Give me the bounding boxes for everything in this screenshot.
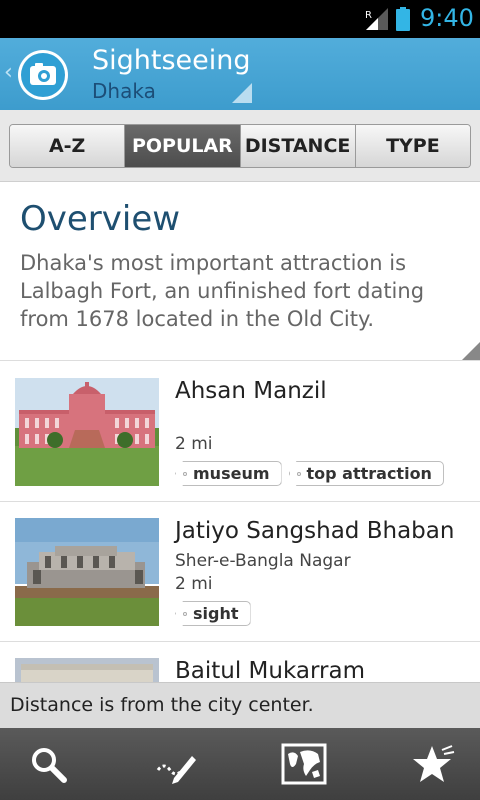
place-name: Ahsan Manzil [175, 378, 327, 404]
tab-popular[interactable]: POPULAR [125, 125, 241, 167]
favorites-button[interactable] [408, 740, 456, 788]
place-thumbnail [15, 378, 159, 486]
sort-tabs-bar: A-Z POPULAR DISTANCE TYPE [0, 110, 480, 182]
favorites-icon [413, 745, 455, 782]
tag-top-attraction[interactable]: top attraction [288, 461, 444, 486]
status-bar: R 9:40 [0, 0, 480, 38]
roaming-indicator: R [365, 10, 372, 21]
place-name: Baitul Mukarram [175, 658, 365, 684]
tag-label: top attraction [306, 464, 432, 483]
place-area: Sher-e-Bangla Nagar [175, 551, 351, 571]
tab-distance[interactable]: DISTANCE [240, 125, 356, 167]
back-icon[interactable]: ‹ [4, 60, 13, 85]
list-item[interactable]: Jatiyo Sangshad Bhaban Sher-e-Bangla Nag… [0, 502, 480, 642]
tab-type[interactable]: TYPE [355, 125, 470, 167]
tag-list: sight [175, 601, 251, 626]
search-button[interactable] [24, 740, 72, 788]
place-thumbnail [15, 518, 159, 626]
tag-list: museum top attraction [175, 461, 444, 486]
dropdown-indicator-icon [232, 83, 252, 103]
tag-icon [183, 472, 187, 476]
home-button[interactable] [18, 50, 68, 100]
battery-icon [396, 7, 410, 31]
signal-icon: R [365, 8, 388, 30]
search-icon [32, 748, 67, 783]
tag-sight[interactable]: sight [175, 601, 251, 626]
overview-heading: Overview [20, 199, 181, 239]
notes-button[interactable] [152, 740, 200, 788]
list-item[interactable]: Ahsan Manzil 2 mi museum top attraction [0, 362, 480, 502]
app-screen: R 9:40 ‹ Sightseeing Dhaka A-Z POPULAR D… [0, 0, 480, 800]
status-time: 9:40 [420, 4, 474, 32]
map-icon [281, 743, 327, 785]
sort-tabs: A-Z POPULAR DISTANCE TYPE [9, 124, 471, 168]
distance-notice: Distance is from the city center. [0, 682, 480, 728]
place-distance: 2 mi [175, 574, 213, 594]
action-bar: ‹ Sightseeing Dhaka [0, 38, 480, 110]
tag-label: museum [193, 464, 270, 483]
tab-a-z[interactable]: A-Z [10, 125, 126, 167]
overview-section[interactable]: Overview Dhaka's most important attracti… [0, 183, 480, 361]
map-button[interactable] [280, 740, 328, 788]
screen-title: Sightseeing [92, 45, 251, 76]
tag-icon [296, 472, 301, 476]
tag-icon [183, 612, 187, 616]
city-selector[interactable]: Dhaka [92, 79, 156, 103]
edit-icon [156, 756, 196, 784]
place-name: Jatiyo Sangshad Bhaban [175, 518, 455, 544]
overview-text: Dhaka's most important attraction is Lal… [20, 251, 425, 331]
tag-label: sight [193, 604, 239, 623]
camera-icon [21, 53, 65, 97]
tag-museum[interactable]: museum [175, 461, 282, 486]
bottom-nav [0, 728, 480, 800]
expand-indicator-icon [462, 342, 480, 360]
place-distance: 2 mi [175, 434, 213, 454]
notice-text: Distance is from the city center. [10, 694, 314, 716]
